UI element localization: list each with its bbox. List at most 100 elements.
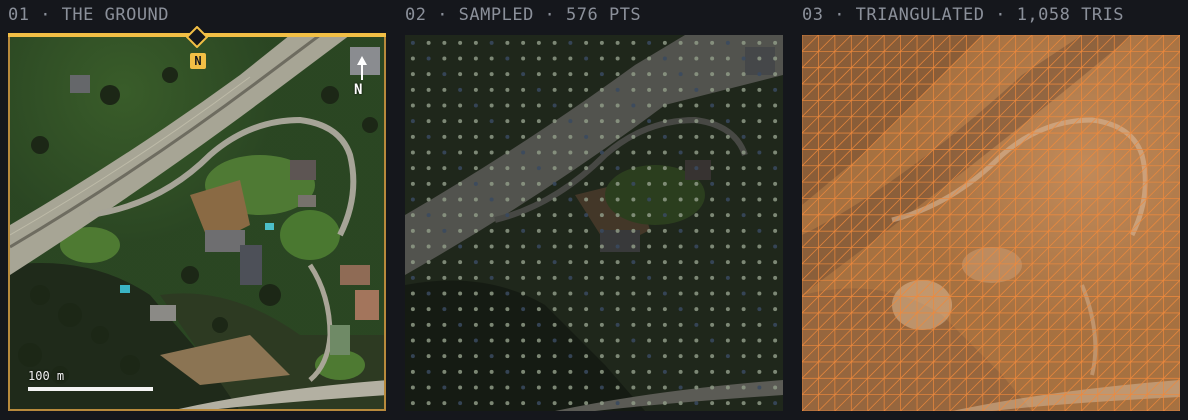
sample-point — [489, 291, 494, 296]
sample-point — [757, 87, 762, 92]
sample-point — [505, 244, 510, 249]
sample-point — [741, 369, 746, 374]
sample-point — [694, 291, 699, 296]
sample-point — [489, 354, 494, 359]
sample-point — [489, 260, 494, 265]
north-marker-label: N — [190, 53, 206, 69]
sample-point — [678, 401, 683, 406]
sample-point — [678, 87, 683, 92]
sample-point — [489, 385, 494, 390]
sample-point — [710, 56, 715, 61]
sample-point — [426, 119, 431, 124]
sample-point — [552, 181, 557, 186]
sample-point — [647, 385, 652, 390]
sample-point — [710, 119, 715, 124]
sample-point — [584, 322, 589, 327]
sample-point — [521, 338, 526, 343]
sample-point — [741, 87, 746, 92]
sample-point — [584, 103, 589, 108]
mesh-map[interactable] — [802, 35, 1180, 411]
sample-point — [725, 244, 730, 249]
sample-point — [552, 119, 557, 124]
sample-point — [615, 134, 620, 139]
sample-point — [442, 338, 447, 343]
sample-point — [442, 401, 447, 406]
sample-point — [741, 213, 746, 218]
sample-point — [741, 56, 746, 61]
sample-point — [536, 401, 541, 406]
sample-point — [599, 385, 604, 390]
sample-point — [741, 307, 746, 312]
sample-point — [615, 40, 620, 45]
sample-point — [631, 244, 636, 249]
sample-point — [678, 307, 683, 312]
sample-point — [615, 197, 620, 202]
sample-point — [647, 197, 652, 202]
sample-point — [631, 87, 636, 92]
aerial-map[interactable] — [8, 35, 386, 411]
sample-point — [773, 72, 778, 77]
sample-point — [678, 354, 683, 359]
sample-point — [521, 40, 526, 45]
sample-point — [662, 385, 667, 390]
sample-point — [615, 369, 620, 374]
sample-point — [647, 275, 652, 280]
sample-point — [536, 275, 541, 280]
sample-point — [773, 40, 778, 45]
sample-point — [631, 354, 636, 359]
sample-point — [615, 119, 620, 124]
sampled-image — [405, 35, 783, 411]
sample-point — [426, 166, 431, 171]
sample-point — [473, 354, 478, 359]
sample-point — [631, 338, 636, 343]
sample-point — [489, 322, 494, 327]
sample-point — [552, 385, 557, 390]
sample-point — [426, 401, 431, 406]
sample-point — [773, 213, 778, 218]
sample-point — [662, 213, 667, 218]
sample-point — [710, 166, 715, 171]
sample-point — [489, 401, 494, 406]
sample-point — [741, 119, 746, 124]
sample-point — [552, 322, 557, 327]
sample-point — [662, 244, 667, 249]
sample-point — [647, 213, 652, 218]
north-marker-icon[interactable] — [186, 26, 208, 48]
sample-point — [458, 307, 463, 312]
sample-point — [694, 385, 699, 390]
sample-point — [473, 322, 478, 327]
sample-point — [568, 56, 573, 61]
sample-point — [725, 228, 730, 233]
sample-point — [410, 401, 415, 406]
sample-point — [694, 150, 699, 155]
sample-point — [410, 150, 415, 155]
sample-point — [710, 244, 715, 249]
sample-point — [631, 369, 636, 374]
sample-point — [505, 56, 510, 61]
sample-point — [410, 56, 415, 61]
sample-point — [599, 166, 604, 171]
sample-point — [647, 56, 652, 61]
sample-point — [773, 322, 778, 327]
sample-point — [552, 307, 557, 312]
sample-point — [584, 385, 589, 390]
sample-point — [505, 150, 510, 155]
sample-point — [710, 40, 715, 45]
sample-point — [631, 134, 636, 139]
sample-point — [458, 56, 463, 61]
sample-point — [647, 181, 652, 186]
sample-point — [599, 322, 604, 327]
sample-point — [662, 354, 667, 359]
sample-point — [725, 307, 730, 312]
sample-point — [568, 213, 573, 218]
sample-point — [773, 181, 778, 186]
sampled-map[interactable] — [405, 35, 783, 411]
sample-point — [757, 72, 762, 77]
sample-point — [458, 197, 463, 202]
sample-point — [505, 40, 510, 45]
sample-point — [647, 103, 652, 108]
sample-point — [615, 385, 620, 390]
sample-point — [694, 401, 699, 406]
sample-point — [489, 369, 494, 374]
sample-point — [631, 103, 636, 108]
